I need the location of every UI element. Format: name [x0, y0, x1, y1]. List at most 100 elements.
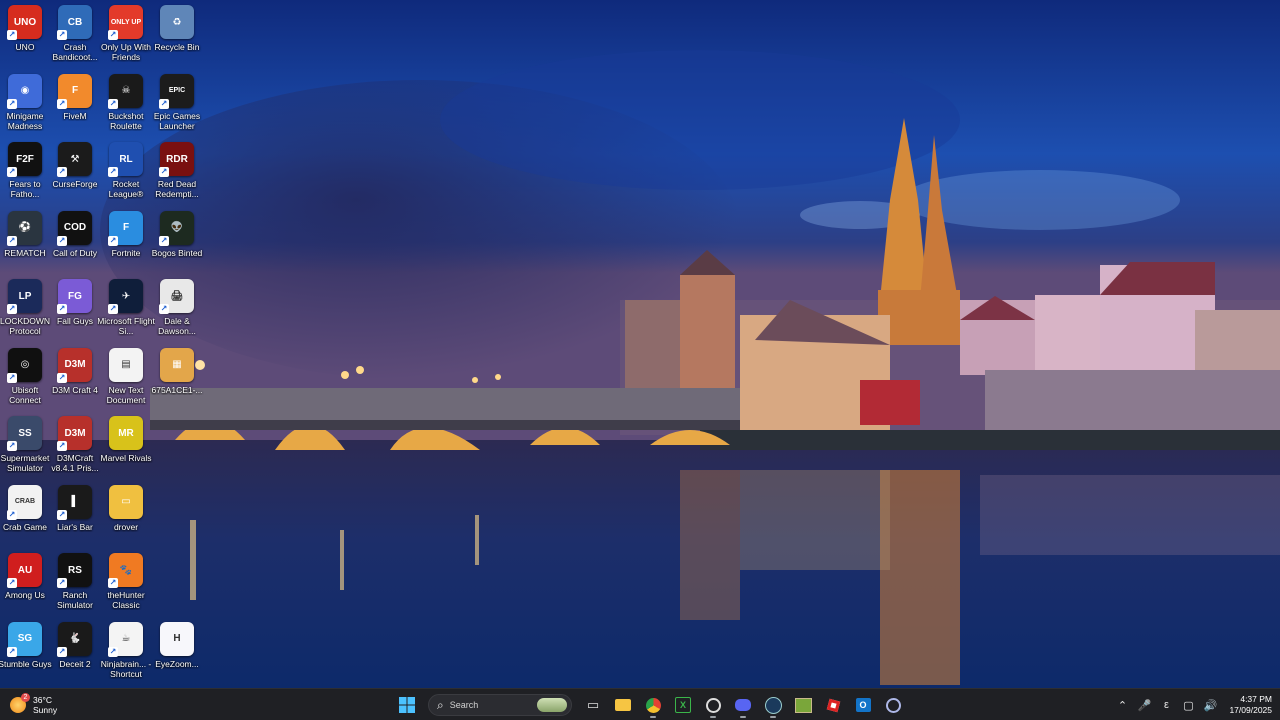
discord-button[interactable] [730, 692, 756, 718]
desktop-icon-marvel-rivals[interactable]: MR Marvel Rivals [100, 416, 152, 482]
desktop-icon-label: Fortnite [111, 247, 141, 258]
desktop-icon-ninjabrain-shortcut[interactable]: ☕ ↗ Ninjabrain... - Shortcut [101, 621, 151, 688]
desktop-icon-drover[interactable]: ▭ drover [101, 484, 151, 551]
desktop-icon-bogos-binted[interactable]: 👽 ↗ Bogos Binted [152, 210, 202, 277]
desktop-icon-label: EyeZoom... [155, 658, 199, 669]
desktop-icon-d3m-craft-4[interactable]: D3M ↗ D3M Craft 4 [50, 347, 100, 414]
start-button[interactable] [394, 692, 420, 718]
search-placeholder: Search [449, 700, 479, 710]
taskbar-center: ⌕ Search ▭ X O [392, 692, 908, 718]
desktop-icon-fall-guys[interactable]: FG ↗ Fall Guys [50, 279, 100, 345]
weather-widget[interactable]: 2 36°C Sunny [10, 692, 57, 718]
desktop-icon-label: Dale & Dawson... [158, 316, 196, 336]
desktop-icon-675a1ce1[interactable]: ▦ 675A1CE1-... [151, 347, 203, 414]
desktop-icon-stumble-guys[interactable]: SG ↗ Stumble Guys [0, 621, 52, 688]
desktop-icon-rematch[interactable]: ⚽ ↗ REMATCH [0, 210, 50, 277]
steam-button[interactable] [760, 692, 786, 718]
outlook-button[interactable]: O [850, 692, 876, 718]
shortcut-arrow-icon: ↗ [57, 235, 67, 246]
shortcut-arrow-icon: ↗ [57, 646, 67, 657]
language-indicator[interactable]: ε [1155, 699, 1177, 711]
shortcut-arrow-icon: ↗ [108, 304, 118, 314]
file-explorer-button[interactable] [610, 692, 636, 718]
desktop-icon-rocket-league[interactable]: RL ↗ Rocket League® [101, 142, 151, 208]
desktop-icon-label: Crash Bandicoot... [52, 42, 98, 62]
desktop-icon-recycle-bin[interactable]: ♻ Recycle Bin [152, 5, 202, 71]
desktop-icon-new-text-document[interactable]: ▤ New Text Document [101, 347, 151, 414]
volume-icon[interactable]: 🔊 [1199, 699, 1221, 712]
shortcut-arrow-icon: ↗ [7, 30, 17, 40]
desktop-icon-red-dead-redempti[interactable]: RDR ↗ Red Dead Redempti... [152, 142, 202, 208]
desktop-icon-fivem[interactable]: F ↗ FiveM [50, 73, 100, 140]
app-button[interactable] [880, 692, 906, 718]
desktop-icon-curseforge[interactable]: ⚒ ↗ CurseForge [50, 142, 100, 208]
clock[interactable]: 4:37 PM 17/09/2025 [1229, 694, 1272, 716]
search-icon: ⌕ [437, 697, 444, 712]
app-icon: D3M ↗ [57, 347, 92, 383]
desktop-icon-only-up-with-friends[interactable]: ONLY UP ↗ Only Up With Friends [101, 5, 151, 71]
desktop-icon-label: theHunter Classic [107, 590, 145, 610]
chrome-button[interactable] [640, 692, 666, 718]
desktop-icon-liar-s-bar[interactable]: ▌ ↗ Liar's Bar [50, 484, 100, 551]
desktop-icon-among-us[interactable]: AU ↗ Among Us [0, 553, 50, 619]
app-icon: ✈ ↗ [108, 279, 143, 314]
roblox-button[interactable] [820, 692, 846, 718]
desktop-icon-d3mcraft-v8-4-1-pris[interactable]: D3M ↗ D3MCraft v8.4.1 Pris... [50, 416, 100, 482]
task-view-button[interactable]: ▭ [580, 692, 606, 718]
app-icon: ONLY UP ↗ [108, 5, 143, 40]
desktop-icon-label: Marvel Rivals [100, 453, 152, 463]
desktop-icon-label: D3M Craft 4 [52, 384, 98, 395]
desktop-icon-label: Red Dead Redempti... [155, 179, 199, 199]
desktop-icon-minigame-madness[interactable]: ◉ ↗ Minigame Madness [0, 73, 50, 140]
desktop-icon-supermarket-simulator[interactable]: SS ↗ Supermarket Simulator [0, 416, 50, 482]
desktop-icon-dale-dawson[interactable]: 🖨 ↗ Dale & Dawson... [152, 279, 202, 345]
shortcut-arrow-icon: ↗ [159, 304, 169, 314]
taskbar-search[interactable]: ⌕ Search [428, 694, 572, 716]
minecraft-button[interactable] [790, 692, 816, 718]
desktop-icon-lockdown-protocol[interactable]: LP ↗ LOCKDOWN Protocol [0, 279, 50, 345]
desktop-icon-microsoft-flight-si[interactable]: ✈ ↗ Microsoft Flight Si... [97, 279, 155, 345]
app-icon: CRAB ↗ [7, 484, 42, 520]
desktop-icon-fears-to-fatho[interactable]: F2F ↗ Fears to Fatho... [0, 142, 50, 208]
desktop-icon-label: Rocket League® [108, 179, 144, 199]
app-icon: LP ↗ [7, 279, 42, 314]
shortcut-arrow-icon: ↗ [57, 167, 67, 177]
shortcut-arrow-icon: ↗ [7, 167, 17, 177]
microphone-icon[interactable]: 🎤 [1133, 699, 1155, 712]
shortcut-arrow-icon: ↗ [7, 578, 17, 588]
desktop-icon-epic-games-launcher[interactable]: EPIC ↗ Epic Games Launcher [152, 73, 202, 140]
shortcut-arrow-icon: ↗ [57, 30, 67, 40]
shortcut-arrow-icon: ↗ [57, 578, 67, 588]
shortcut-arrow-icon: ↗ [7, 235, 17, 246]
shortcut-arrow-icon: ↗ [108, 167, 118, 177]
desktop-icon-buckshot-roulette[interactable]: ☠ ↗ Buckshot Roulette [101, 73, 151, 140]
xbox-button[interactable]: X [670, 692, 696, 718]
desktop-icon-ranch-simulator[interactable]: RS ↗ Ranch Simulator [50, 553, 100, 619]
roblox-icon [826, 698, 840, 712]
app-icon [885, 697, 901, 713]
desktop-icon-ubisoft-connect[interactable]: ◎ ↗ Ubisoft Connect [0, 347, 50, 414]
desktop-icon-eyezoom[interactable]: H EyeZoom... [152, 621, 202, 688]
desktop-icon-label: D3MCraft v8.4.1 Pris... [51, 453, 99, 473]
shortcut-arrow-icon: ↗ [57, 98, 67, 109]
app-icon: ⚽ ↗ [7, 210, 42, 246]
excel-like-icon: X [675, 697, 691, 713]
shortcut-arrow-icon: ↗ [108, 30, 118, 40]
desktop-icon-label: Only Up With Friends [100, 42, 152, 62]
desktop-icon-call-of-duty[interactable]: COD ↗ Call of Duty [50, 210, 100, 277]
network-icon[interactable]: ▢ [1177, 699, 1199, 712]
shortcut-arrow-icon: ↗ [7, 646, 17, 657]
desktop-icon-label: Liar's Bar [57, 521, 93, 532]
desktop-icon-uno[interactable]: UNO ↗ UNO [0, 5, 50, 71]
app-icon: ▭ [109, 484, 143, 519]
desktop-icon-crab-game[interactable]: CRAB ↗ Crab Game [0, 484, 50, 551]
desktop-icon-deceit-2[interactable]: 🐇 ↗ Deceit 2 [50, 621, 100, 688]
shortcut-arrow-icon: ↗ [108, 646, 118, 657]
shortcut-arrow-icon: ↗ [57, 509, 67, 520]
desktop-icon-thehunter-classic[interactable]: 🐾 ↗ theHunter Classic [101, 553, 151, 619]
app-icon: 👽 ↗ [159, 210, 194, 246]
chevron-up-icon[interactable]: ⌃ [1111, 699, 1133, 712]
desktop-icon-fortnite[interactable]: F ↗ Fortnite [101, 210, 151, 277]
obs-button[interactable] [700, 692, 726, 718]
desktop-icon-crash-bandicoot[interactable]: CB ↗ Crash Bandicoot... [50, 5, 100, 71]
